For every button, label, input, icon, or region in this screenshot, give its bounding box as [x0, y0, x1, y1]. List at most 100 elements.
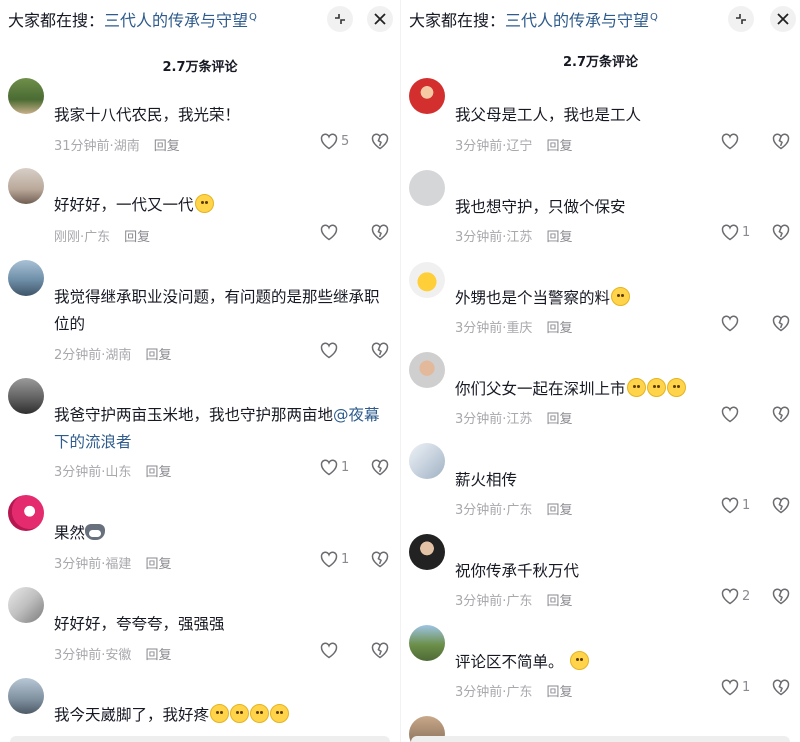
- heart-outline-icon: [721, 406, 739, 423]
- reply-button[interactable]: 回复: [546, 685, 572, 700]
- avatar[interactable]: [8, 495, 44, 531]
- dislike-button[interactable]: [772, 588, 790, 609]
- reply-button[interactable]: 回复: [546, 139, 572, 154]
- reply-button[interactable]: 回复: [145, 348, 171, 363]
- comment-text: 我觉得继承职业没问题，有问题的是那些继承职位的: [54, 288, 380, 333]
- comment-meta: 3分钟前·广东 回复: [455, 594, 573, 609]
- search-suggestion-bar: 大家都在搜：三代人的传承与守望Q: [0, 0, 400, 38]
- crying-emoji-icon: [270, 704, 290, 723]
- avatar[interactable]: [8, 168, 44, 204]
- search-suggestion[interactable]: 大家都在搜：三代人的传承与守望Q: [409, 7, 658, 31]
- broken-heart-icon: [772, 133, 790, 150]
- search-icon: Q: [249, 12, 257, 23]
- avatar[interactable]: [409, 352, 445, 388]
- reply-button[interactable]: 回复: [546, 230, 572, 245]
- comment-region: 广东: [506, 503, 533, 518]
- dislike-button[interactable]: [371, 642, 389, 663]
- heart-outline-icon: [320, 342, 338, 359]
- close-icon: [374, 13, 386, 25]
- heart-outline-icon: [320, 551, 338, 568]
- reply-button[interactable]: 回复: [145, 465, 171, 480]
- comment-time: 3分钟前: [54, 465, 102, 480]
- avatar[interactable]: [409, 170, 445, 206]
- cat-emoji-icon: [85, 524, 106, 540]
- search-term-link[interactable]: 三代人的传承与守望: [505, 11, 649, 30]
- dislike-button[interactable]: [371, 459, 389, 480]
- reply-button[interactable]: 回复: [546, 594, 572, 609]
- comment-text: 我今天崴脚了，我好疼: [54, 702, 390, 729]
- dislike-button[interactable]: [371, 342, 389, 363]
- dislike-button[interactable]: [371, 133, 389, 154]
- broken-heart-icon: [772, 497, 790, 514]
- dislike-button[interactable]: [772, 133, 790, 154]
- reply-button[interactable]: 回复: [546, 412, 572, 427]
- avatar[interactable]: [8, 260, 44, 296]
- dislike-button[interactable]: [772, 679, 790, 700]
- like-button[interactable]: 1: [721, 497, 750, 514]
- comment-time: 2分钟前: [54, 348, 102, 363]
- collapse-button[interactable]: [327, 6, 353, 32]
- like-count: 2: [742, 589, 751, 604]
- avatar[interactable]: [409, 625, 445, 661]
- like-button[interactable]: 1: [721, 224, 750, 241]
- close-button[interactable]: [770, 6, 796, 32]
- reply-button[interactable]: 回复: [145, 557, 171, 572]
- heart-outline-icon: [721, 133, 739, 150]
- like-button[interactable]: [320, 342, 341, 359]
- avatar[interactable]: [409, 78, 445, 114]
- comment-region: 福建: [105, 557, 132, 572]
- like-button[interactable]: 1: [320, 459, 349, 476]
- reply-button[interactable]: 回复: [124, 230, 150, 245]
- search-term-link[interactable]: 三代人的传承与守望: [104, 11, 248, 30]
- reply-button[interactable]: 回复: [546, 321, 572, 336]
- dislike-button[interactable]: [371, 224, 389, 245]
- avatar[interactable]: [409, 443, 445, 479]
- avatar[interactable]: [8, 587, 44, 623]
- comment-meta: 3分钟前·辽宁 回复: [455, 139, 573, 154]
- like-button[interactable]: 2: [721, 588, 750, 605]
- like-button[interactable]: [320, 224, 341, 241]
- comment-time: 3分钟前: [455, 321, 503, 336]
- avatar[interactable]: [409, 534, 445, 570]
- close-icon: [777, 13, 789, 25]
- search-suggestion[interactable]: 大家都在搜：三代人的传承与守望Q: [8, 7, 257, 31]
- like-button[interactable]: 1: [320, 551, 349, 568]
- comment-text-body: 外甥也是个当警察的料: [455, 289, 611, 307]
- broken-heart-icon: [371, 133, 389, 150]
- like-button[interactable]: [721, 133, 742, 150]
- comments-panel-right: 大家都在搜：三代人的传承与守望Q 2.7万条评论 我父母是工人，我也是工人 3分…: [400, 0, 800, 742]
- dislike-button[interactable]: [772, 315, 790, 336]
- dislike-button[interactable]: [772, 224, 790, 245]
- like-count: 1: [742, 225, 751, 240]
- comment-text: 薪火相传: [455, 471, 518, 489]
- broken-heart-icon: [772, 588, 790, 605]
- reply-button[interactable]: 回复: [145, 648, 171, 663]
- heart-outline-icon: [320, 459, 338, 476]
- like-button[interactable]: 1: [721, 679, 750, 696]
- like-button[interactable]: [721, 406, 742, 423]
- avatar[interactable]: [8, 378, 44, 414]
- avatar[interactable]: [8, 678, 44, 714]
- comment-region: 广东: [506, 594, 533, 609]
- heart-outline-icon: [721, 497, 739, 514]
- reply-button[interactable]: 回复: [154, 139, 180, 154]
- comment-meta: 31分钟前·湖南 回复: [54, 139, 180, 154]
- comment-text: 评论区不简单。: [455, 649, 791, 676]
- avatar[interactable]: [8, 78, 44, 114]
- dislike-button[interactable]: [772, 406, 790, 427]
- laughing-emoji-icon: [666, 378, 686, 397]
- like-button[interactable]: 5: [320, 133, 349, 150]
- dislike-button[interactable]: [371, 551, 389, 572]
- reply-button[interactable]: 回复: [546, 503, 572, 518]
- like-button[interactable]: [320, 642, 341, 659]
- input-bar-edge: [10, 736, 390, 742]
- comment-region: 江苏: [506, 412, 533, 427]
- like-button[interactable]: [721, 315, 742, 332]
- search-suggestion-bar: 大家都在搜：三代人的传承与守望Q: [401, 0, 800, 38]
- collapse-button[interactable]: [728, 6, 754, 32]
- comment-text-body: 好好好，一代又一代: [54, 196, 194, 214]
- close-button[interactable]: [367, 6, 393, 32]
- broken-heart-icon: [772, 679, 790, 696]
- dislike-button[interactable]: [772, 497, 790, 518]
- avatar[interactable]: [409, 262, 445, 298]
